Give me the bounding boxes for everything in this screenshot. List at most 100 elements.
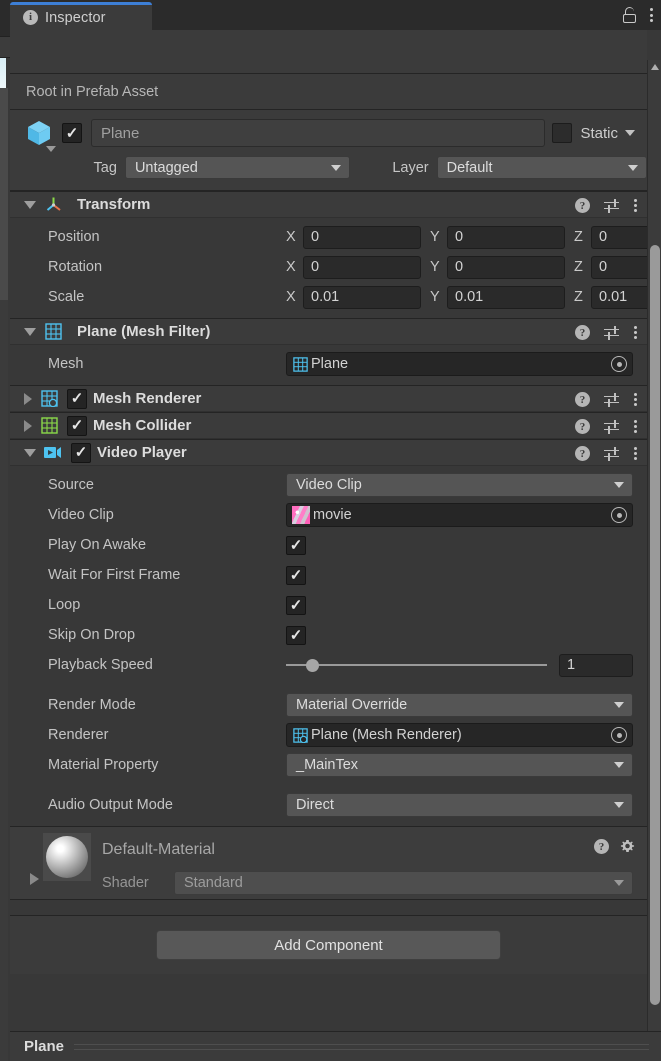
object-picker-icon[interactable] [611, 507, 627, 523]
tab-actions [623, 0, 653, 30]
help-icon[interactable]: ? [575, 419, 590, 434]
scale-z-input[interactable]: 0.01 [591, 285, 647, 309]
foldout-mesh-renderer-icon[interactable] [24, 392, 32, 405]
cube-icon[interactable] [24, 118, 56, 152]
playback-speed-slider[interactable] [286, 658, 547, 672]
help-icon[interactable]: ? [575, 446, 590, 461]
scale-x-input[interactable]: 0.01 [303, 285, 421, 309]
kebab-menu-icon[interactable] [633, 419, 637, 434]
layer-dropdown[interactable]: Default [436, 156, 647, 179]
scroll-up-arrow-icon[interactable] [651, 64, 659, 70]
component-header-video-player[interactable]: Video Player ? [10, 439, 647, 466]
foldout-mesh-filter-icon[interactable] [24, 327, 36, 336]
gameobject-name-row: Plane Static [10, 118, 647, 152]
object-picker-icon[interactable] [611, 356, 627, 372]
component-body-transform: Position X 0 Y 0 Z 0 Rotation X 0 Y 0 Z … [10, 218, 647, 318]
component-header-transform[interactable]: Transform ? [10, 191, 647, 218]
gameobject-active-checkbox[interactable] [62, 123, 82, 143]
kebab-menu-icon[interactable] [633, 392, 637, 407]
axis-label-y: Y [430, 289, 440, 305]
transform-axis-icon [44, 195, 63, 214]
component-header-mesh-filter[interactable]: Plane (Mesh Filter) ? [10, 318, 647, 345]
wait-for-first-frame-checkbox[interactable] [286, 565, 306, 585]
gear-icon[interactable] [620, 839, 635, 854]
kebab-menu-icon[interactable] [633, 446, 637, 461]
static-checkbox[interactable] [552, 123, 573, 143]
add-component-button[interactable]: Add Component [156, 930, 501, 960]
preset-icon[interactable] [604, 446, 619, 461]
property-row-play-on-awake: Play On Awake [10, 532, 647, 558]
foldout-transform-icon[interactable] [24, 200, 36, 209]
playback-speed-input[interactable]: 1 [559, 653, 633, 677]
kebab-menu-icon[interactable] [633, 198, 637, 213]
rotation-y-input[interactable]: 0 [447, 255, 565, 279]
layer-value: Default [446, 159, 493, 176]
renderer-object-field[interactable]: Plane (Mesh Renderer) [286, 723, 633, 747]
help-icon[interactable]: ? [575, 325, 590, 340]
shader-label: Shader [102, 875, 149, 891]
tag-dropdown[interactable]: Untagged [124, 156, 350, 179]
vector3-scale: X 0.01 Y 0.01 Z 0.01 [286, 285, 647, 309]
video-thumbnail-icon [292, 506, 310, 524]
property-label-rotation: Rotation [48, 259, 103, 275]
mesh-collider-enabled-checkbox[interactable] [67, 415, 87, 436]
help-icon[interactable]: ? [575, 392, 590, 407]
rotation-x-input[interactable]: 0 [303, 255, 421, 279]
audio-output-mode-dropdown[interactable]: Direct [286, 793, 633, 817]
help-icon[interactable]: ? [594, 839, 609, 854]
inspector-vertical-scrollbar[interactable] [647, 60, 661, 1061]
foldout-mesh-collider-icon[interactable] [24, 419, 32, 432]
material-sphere-preview [43, 833, 91, 881]
shader-dropdown[interactable]: Standard [174, 871, 633, 895]
scale-y-input[interactable]: 0.01 [447, 285, 565, 309]
scrollbar-thumb[interactable] [650, 245, 660, 1005]
property-row-scale: Scale X 0.01 Y 0.01 Z 0.01 [10, 284, 647, 310]
kebab-menu-icon[interactable] [649, 8, 653, 22]
property-row-audio-output-mode: Audio Output Mode Direct [10, 792, 647, 818]
material-property-dropdown[interactable]: _MainTex [286, 753, 633, 777]
source-dropdown[interactable]: Video Clip [286, 473, 633, 497]
property-label-wait-for-first-frame: Wait For First Frame [48, 567, 181, 583]
row-gap [10, 782, 647, 792]
render-mode-dropdown[interactable]: Material Override [286, 693, 633, 717]
foldout-material-icon[interactable] [30, 873, 39, 885]
inspector-top-band [10, 30, 647, 74]
loop-checkbox[interactable] [286, 595, 306, 615]
preset-icon[interactable] [604, 419, 619, 434]
mesh-object-field[interactable]: Plane [286, 352, 633, 376]
kebab-menu-icon[interactable] [633, 325, 637, 340]
axis-label-z: Z [574, 229, 583, 245]
preset-icon[interactable] [604, 198, 619, 213]
property-row-rotation: Rotation X 0 Y 0 Z 0 [10, 254, 647, 280]
mesh-renderer-icon [292, 727, 308, 743]
gameobject-name-input[interactable]: Plane [91, 119, 546, 147]
object-picker-icon[interactable] [611, 727, 627, 743]
mesh-renderer-enabled-checkbox[interactable] [67, 388, 87, 409]
skip-on-drop-checkbox[interactable] [286, 625, 306, 645]
preset-icon[interactable] [604, 392, 619, 407]
inspector-panel: Root in Prefab Asset Plane [10, 30, 661, 1061]
cube-dropdown-caret[interactable] [46, 146, 56, 152]
static-label: Static [580, 124, 618, 142]
preset-icon[interactable] [604, 325, 619, 340]
axis-label-y: Y [430, 259, 440, 275]
tab-inspector[interactable]: i Inspector [10, 2, 152, 30]
component-header-mesh-renderer[interactable]: Mesh Renderer ? [10, 385, 647, 412]
play-on-awake-checkbox[interactable] [286, 535, 306, 555]
help-icon[interactable]: ? [575, 198, 590, 213]
rotation-z-input[interactable]: 0 [591, 255, 647, 279]
position-z-input[interactable]: 0 [591, 225, 647, 249]
slider-handle[interactable] [305, 658, 319, 672]
gameobject-header: Plane Static Tag Untagged Layer Default [10, 110, 647, 191]
position-x-input[interactable]: 0 [303, 225, 421, 249]
foldout-video-player-icon[interactable] [24, 448, 36, 457]
lock-open-icon[interactable] [623, 7, 636, 23]
video-player-enabled-checkbox[interactable] [71, 442, 91, 463]
property-row-skip-on-drop: Skip On Drop [10, 622, 647, 648]
info-icon: i [23, 10, 38, 25]
static-dropdown-caret[interactable] [625, 130, 635, 136]
component-header-mesh-collider[interactable]: Mesh Collider ? [10, 412, 647, 439]
unity-inspector-window: i Inspector Root in Prefab Asset ✓ Plane… [0, 0, 661, 1061]
video-clip-object-field[interactable]: movie [286, 503, 633, 527]
position-y-input[interactable]: 0 [447, 225, 565, 249]
